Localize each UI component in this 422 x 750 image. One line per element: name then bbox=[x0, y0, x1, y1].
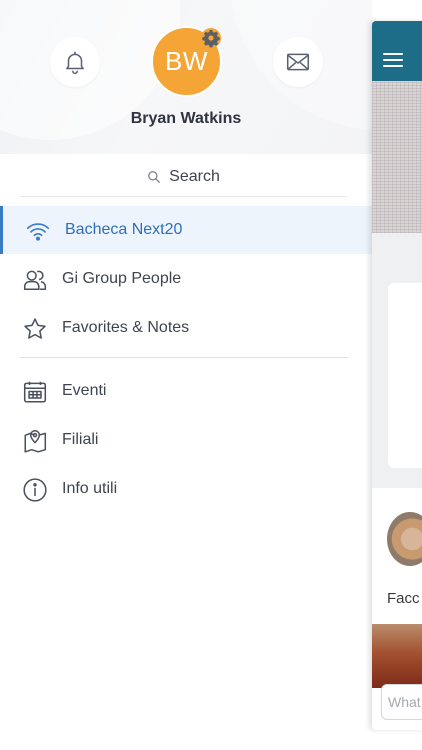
comment-placeholder: What bbox=[388, 694, 421, 710]
gear-icon[interactable] bbox=[199, 26, 223, 50]
avatar-initials: BW bbox=[165, 46, 208, 76]
menu-item-eventi[interactable]: Eventi bbox=[0, 367, 372, 415]
comment-input[interactable]: What bbox=[381, 684, 422, 720]
menu-item-gi-group-people[interactable]: Gi Group People bbox=[0, 255, 372, 303]
app-toolbar bbox=[372, 21, 422, 81]
search-icon bbox=[148, 171, 161, 183]
menu-item-label: Bacheca Next20 bbox=[65, 221, 183, 238]
menu-item-favorites-notes[interactable]: Favorites & Notes bbox=[0, 304, 372, 352]
menu-divider bbox=[20, 357, 348, 358]
main-screen-preview[interactable]: Facc What bbox=[372, 21, 422, 730]
hamburger-icon[interactable] bbox=[383, 52, 403, 68]
people-icon bbox=[23, 270, 47, 290]
post-photo bbox=[372, 624, 422, 688]
menu-item-label: Info utili bbox=[62, 480, 118, 497]
info-icon bbox=[23, 478, 47, 502]
star-icon bbox=[24, 318, 46, 339]
post-text: Facc bbox=[387, 590, 420, 607]
bell-icon bbox=[66, 51, 84, 75]
notifications-button[interactable] bbox=[50, 37, 100, 87]
feed-post: Facc What bbox=[372, 488, 422, 730]
menu-item-label: Gi Group People bbox=[62, 270, 182, 287]
envelope-icon bbox=[286, 53, 310, 71]
hero-image bbox=[372, 81, 422, 233]
menu-item-label: Favorites & Notes bbox=[62, 319, 190, 336]
menu-item-info-utili[interactable]: Info utili bbox=[0, 465, 372, 513]
menu-item-label: Eventi bbox=[62, 382, 107, 399]
user-name: Bryan Watkins bbox=[130, 110, 242, 127]
feed-card bbox=[388, 283, 422, 468]
menu-item-filiali[interactable]: Filiali bbox=[0, 416, 372, 464]
wifi-icon bbox=[26, 223, 50, 241]
menu-item-bacheca-next20[interactable]: Bacheca Next20 bbox=[0, 206, 372, 254]
post-author-avatar bbox=[387, 512, 422, 566]
drawer-header: BW Bryan Watkins bbox=[0, 0, 372, 154]
messages-button[interactable] bbox=[273, 37, 323, 87]
map-pin-icon bbox=[24, 429, 47, 453]
navigation-drawer: BW Bryan Watkins Search Bacheca Next20 G… bbox=[0, 0, 372, 750]
search-label: Search bbox=[169, 168, 220, 185]
menu-item-label: Filiali bbox=[62, 431, 99, 448]
calendar-icon bbox=[23, 381, 47, 403]
search-field[interactable]: Search bbox=[20, 158, 347, 197]
